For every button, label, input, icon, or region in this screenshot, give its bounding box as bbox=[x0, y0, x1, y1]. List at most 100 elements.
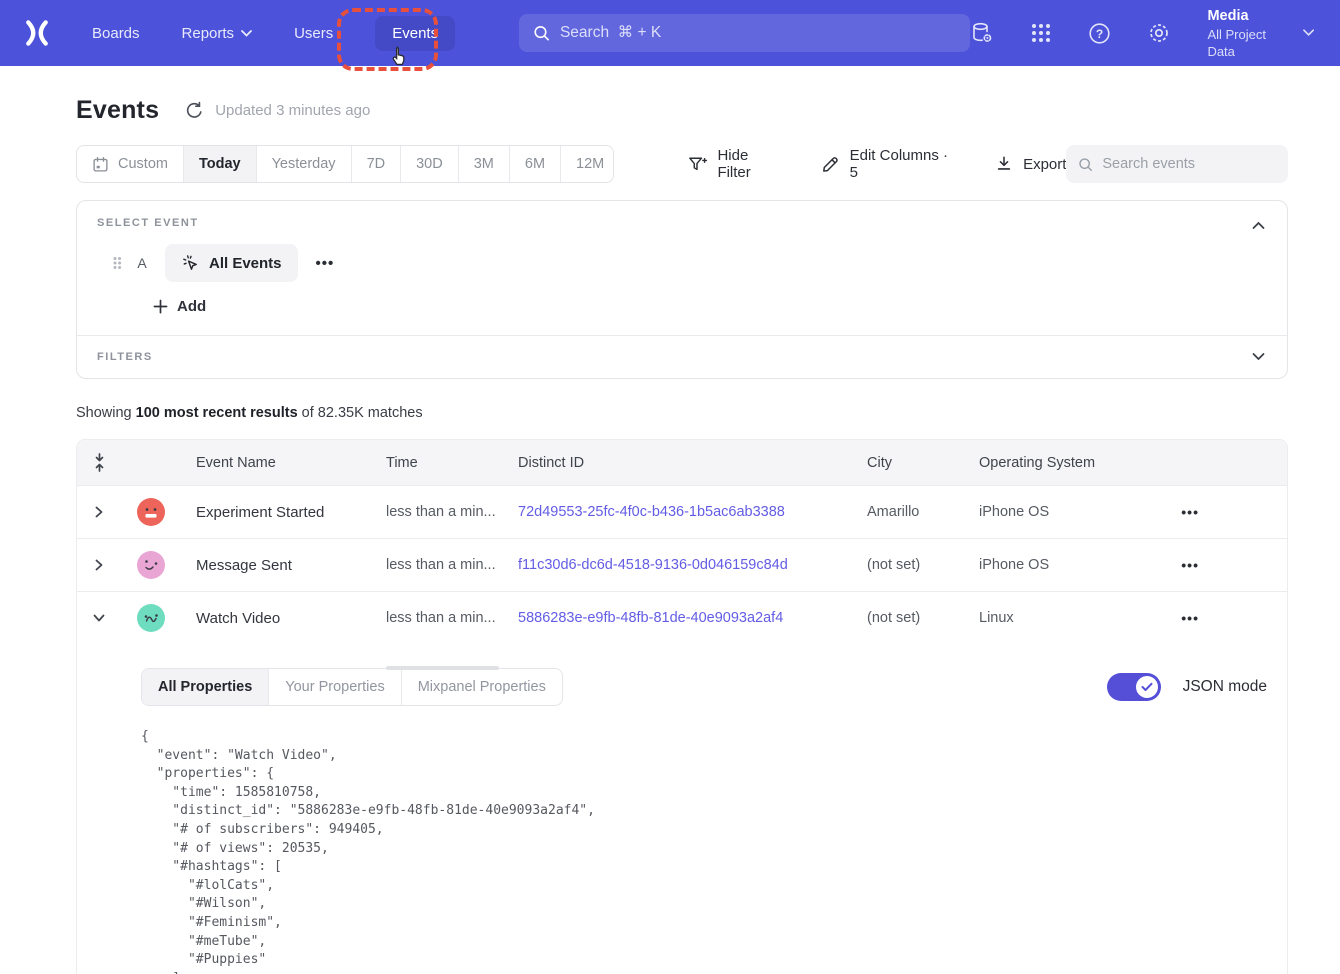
date-filter-label: 3M bbox=[474, 156, 494, 172]
event-json-viewer[interactable]: { "event": "Watch Video", "properties": … bbox=[141, 728, 1287, 974]
tab-all-properties[interactable]: All Properties bbox=[142, 669, 269, 705]
pencil-icon bbox=[821, 155, 840, 174]
col-header-city[interactable]: City bbox=[867, 455, 979, 471]
date-filter-label: 30D bbox=[416, 156, 443, 172]
drag-handle-icon[interactable] bbox=[111, 254, 123, 272]
search-icon bbox=[1078, 156, 1093, 173]
chevron-down-icon bbox=[241, 30, 252, 37]
nav-item-label: Events bbox=[392, 25, 438, 42]
hide-filter-label: Hide Filter bbox=[717, 147, 784, 181]
row-more-options-button[interactable]: ••• bbox=[1181, 610, 1199, 626]
results-prefix: Showing bbox=[76, 405, 136, 421]
nav-item-label: Users bbox=[294, 25, 333, 42]
date-filter-30d[interactable]: 30D bbox=[401, 146, 459, 182]
nav-item-reports[interactable]: Reports bbox=[182, 25, 253, 42]
last-updated-text: Updated 3 minutes ago bbox=[215, 102, 370, 119]
export-label: Export bbox=[1023, 156, 1066, 173]
filter-funnel-icon bbox=[688, 155, 708, 174]
row-more-options-button[interactable]: ••• bbox=[1181, 557, 1199, 573]
edit-columns-button[interactable]: Edit Columns · 5 bbox=[821, 147, 959, 181]
filters-label: FILTERS bbox=[97, 351, 153, 363]
table-header-row: Event Name Time Distinct ID City Operati… bbox=[77, 440, 1287, 485]
date-filter-7d[interactable]: 7D bbox=[352, 146, 402, 182]
nav-item-boards[interactable]: Boards bbox=[92, 25, 140, 42]
help-icon[interactable]: ? bbox=[1088, 22, 1111, 45]
collapse-all-rows-icon[interactable] bbox=[77, 453, 121, 472]
edit-columns-label: Edit Columns · 5 bbox=[850, 147, 959, 181]
add-label: Add bbox=[177, 298, 206, 315]
event-clause-letter: A bbox=[135, 255, 149, 271]
date-filter-yesterday[interactable]: Yesterday bbox=[257, 146, 352, 182]
os-cell: iPhone OS bbox=[979, 557, 1169, 573]
row-more-options-button[interactable]: ••• bbox=[1181, 504, 1199, 520]
event-avatar bbox=[137, 551, 165, 579]
col-header-time[interactable]: Time bbox=[386, 455, 518, 471]
city-cell: (not set) bbox=[867, 557, 979, 573]
os-cell: Linux bbox=[979, 610, 1169, 626]
distinct-id-link[interactable]: 5886283e-e9fb-48fb-81de-40e9093a2af4 bbox=[518, 610, 867, 626]
tab-label: All Properties bbox=[158, 679, 252, 695]
export-button[interactable]: Export bbox=[995, 155, 1066, 173]
time-cell: less than a min... bbox=[386, 610, 518, 626]
date-filter-label: Today bbox=[199, 156, 241, 172]
json-mode-label: JSON mode bbox=[1183, 678, 1267, 696]
date-filter-custom[interactable]: Custom bbox=[77, 146, 184, 182]
check-icon bbox=[1141, 682, 1153, 692]
tab-mixpanel-properties[interactable]: Mixpanel Properties bbox=[402, 669, 562, 705]
plus-icon bbox=[153, 299, 168, 314]
date-filter-6m[interactable]: 6M bbox=[510, 146, 561, 182]
apps-grid-icon[interactable] bbox=[1030, 22, 1052, 44]
city-cell: Amarillo bbox=[867, 504, 979, 520]
filters-section-toggle[interactable]: FILTERS bbox=[77, 336, 1287, 378]
project-selector[interactable]: Media All Project Data bbox=[1207, 7, 1314, 60]
add-event-button[interactable]: Add bbox=[153, 298, 1267, 315]
chevron-down-icon bbox=[1303, 29, 1314, 37]
time-cell: less than a min... bbox=[386, 504, 518, 520]
search-events-input[interactable] bbox=[1102, 156, 1276, 172]
col-header-operating-system[interactable]: Operating System bbox=[979, 455, 1169, 471]
expand-row-icon[interactable] bbox=[77, 505, 121, 519]
nav-item-users[interactable]: Users bbox=[294, 25, 333, 42]
os-cell: iPhone OS bbox=[979, 504, 1169, 520]
event-name-cell: Message Sent bbox=[196, 557, 386, 574]
event-avatar bbox=[137, 498, 165, 526]
collapse-row-icon[interactable] bbox=[77, 613, 121, 623]
events-table: Event Name Time Distinct ID City Operati… bbox=[76, 439, 1288, 974]
col-header-distinct-id[interactable]: Distinct ID bbox=[518, 455, 867, 471]
nav-item-label: Reports bbox=[182, 25, 235, 42]
tab-your-properties[interactable]: Your Properties bbox=[269, 669, 401, 705]
data-management-icon[interactable] bbox=[970, 21, 994, 45]
selected-event-name: All Events bbox=[209, 255, 282, 272]
date-filter-label: 7D bbox=[367, 156, 386, 172]
expand-filters-icon[interactable] bbox=[1252, 348, 1265, 366]
svg-text:?: ? bbox=[1096, 26, 1103, 40]
results-summary: Showing 100 most recent results of 82.35… bbox=[76, 405, 1288, 421]
refresh-icon[interactable] bbox=[185, 101, 204, 120]
date-filter-12m[interactable]: 12M bbox=[561, 146, 614, 182]
event-name-cell: Watch Video bbox=[196, 610, 386, 627]
nav-item-label: Boards bbox=[92, 25, 140, 42]
search-events-box[interactable] bbox=[1066, 145, 1288, 183]
event-name-cell: Experiment Started bbox=[196, 504, 386, 521]
event-selector-button[interactable]: All Events bbox=[165, 244, 298, 282]
event-sparkle-cursor-icon bbox=[181, 254, 200, 273]
date-filter-3m[interactable]: 3M bbox=[459, 146, 510, 182]
mixpanel-logo-icon[interactable] bbox=[22, 18, 52, 48]
col-header-event-name[interactable]: Event Name bbox=[196, 455, 386, 471]
date-filter-today[interactable]: Today bbox=[184, 146, 257, 182]
collapse-section-icon[interactable] bbox=[1248, 213, 1269, 239]
global-search-input[interactable] bbox=[560, 24, 956, 42]
date-filter-label: 6M bbox=[525, 156, 545, 172]
settings-gear-icon[interactable] bbox=[1147, 21, 1171, 45]
toggle-knob bbox=[1136, 676, 1158, 698]
nav-item-events[interactable]: Events bbox=[375, 16, 455, 51]
date-filter-label: Yesterday bbox=[272, 156, 336, 172]
distinct-id-link[interactable]: f11c30d6-dc6d-4518-9136-0d046159c84d bbox=[518, 557, 867, 573]
event-more-options-button[interactable]: ••• bbox=[316, 255, 335, 272]
json-mode-toggle[interactable] bbox=[1107, 673, 1161, 701]
global-search[interactable] bbox=[519, 14, 970, 52]
event-avatar bbox=[137, 604, 165, 632]
hide-filter-button[interactable]: Hide Filter bbox=[688, 147, 785, 181]
distinct-id-link[interactable]: 72d49553-25fc-4f0c-b436-1b5ac6ab3388 bbox=[518, 504, 867, 520]
expand-row-icon[interactable] bbox=[77, 558, 121, 572]
